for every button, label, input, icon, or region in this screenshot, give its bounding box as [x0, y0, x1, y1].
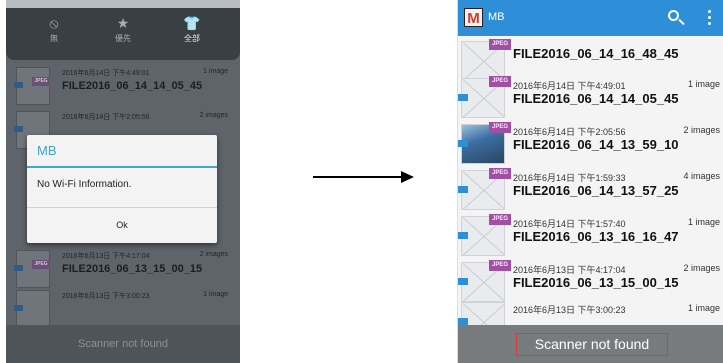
item-date: 2016年6月13日 下午4:17:04 — [62, 253, 150, 260]
dialog-message: No Wi-Fi Information. — [37, 179, 132, 190]
tab-marker — [14, 126, 23, 132]
transition-arrow — [313, 176, 401, 178]
item-count: 2 images — [199, 112, 228, 119]
tab-marker — [458, 186, 468, 193]
list-item[interactable]: JPEG 2016年6月14日 下午4:49:01 1 image FILE20… — [6, 64, 240, 108]
item-date: 2016年6月13日 下午3:00:23 — [62, 293, 150, 300]
item-name: FILE2016_06_14_13_57_25 — [513, 183, 679, 198]
no-sign-icon: ⦸ — [49, 15, 59, 31]
scanner-status-label: Scanner not found — [516, 333, 668, 356]
filter-priority[interactable]: ★ 優先 — [93, 14, 153, 46]
filter-all[interactable]: 👕 全部 — [162, 14, 222, 46]
tab-marker — [458, 278, 468, 285]
item-name: FILE2016_06_13_15_00_15 — [62, 263, 203, 275]
jpeg-badge: JPEG — [489, 168, 511, 179]
filter-none[interactable]: ⦸ 無 — [24, 14, 84, 46]
item-name: FILE2016_06_13_15_00_15 — [513, 275, 679, 290]
filter-priority-label: 優先 — [115, 34, 131, 43]
star-icon: ★ — [116, 15, 130, 31]
arrow-head-icon — [401, 171, 414, 183]
item-count: 1 image — [687, 79, 720, 89]
list-item[interactable]: JPEG 2016年6月14日 下午4:49:01 1 image FILE20… — [458, 73, 723, 119]
jpeg-badge: JPEG — [489, 260, 511, 271]
scanner-status-bar: Scanner not found — [6, 325, 240, 363]
item-date: 2016年6月14日 下午2:05:56 — [62, 114, 150, 121]
list-item[interactable]: JPEG 2016年6月14日 下午2:05:56 2 images FILE2… — [458, 119, 723, 165]
item-count: 2 images — [683, 263, 720, 273]
jpeg-badge: JPEG — [489, 214, 511, 225]
tab-marker — [458, 232, 468, 239]
action-bar: M MB — [458, 0, 723, 36]
item-name: FILE2016_06_14_14_05_45 — [62, 80, 203, 92]
list-item[interactable]: JPEG 2016年6月14日 下午1:57:40 1 image FILE20… — [458, 211, 723, 257]
ok-button[interactable]: Ok — [27, 208, 217, 243]
item-count: 4 images — [683, 171, 720, 181]
tab-marker — [458, 140, 468, 147]
jpeg-badge: JPEG — [32, 77, 50, 86]
tab-marker — [458, 94, 468, 101]
before-screen: ⦸ 無 ★ 優先 👕 全部 JPEG 2016年6月14日 下午4:49:01 … — [6, 0, 240, 363]
dialog-divider — [27, 166, 217, 168]
status-strip — [6, 0, 240, 8]
jpeg-badge: JPEG — [489, 122, 511, 133]
search-icon[interactable] — [666, 8, 686, 28]
jpeg-badge: JPEG — [32, 260, 50, 269]
filter-none-label: 無 — [50, 34, 58, 43]
wifi-dialog: MB No Wi-Fi Information. Ok — [27, 135, 217, 243]
item-date: 2016年6月13日 下午3:00:23 — [513, 305, 626, 315]
item-count: 1 image — [203, 68, 228, 75]
overflow-menu-icon[interactable] — [706, 10, 712, 28]
item-count: 1 image — [687, 217, 720, 227]
item-name: FILE2016_06_14_13_59_10 — [513, 137, 679, 152]
item-count: 1 image — [203, 291, 228, 298]
item-date: 2016年6月14日 下午4:49:01 — [62, 70, 150, 77]
item-count: 1 image — [687, 303, 720, 313]
app-title: MB — [488, 11, 505, 23]
after-screen: M MB JPEG FILE2016_06_14_16_48_45 JPEG 2… — [457, 0, 723, 363]
filter-bar: ⦸ 無 ★ 優先 👕 全部 — [6, 8, 240, 60]
item-name: FILE2016_06_13_16_16_47 — [513, 229, 679, 244]
scanner-status-bar: Scanner not found — [458, 325, 723, 363]
tab-marker — [14, 82, 23, 88]
dialog-title: MB — [37, 143, 57, 158]
jpeg-badge: JPEG — [489, 39, 511, 50]
item-count: 2 images — [683, 125, 720, 135]
item-name: FILE2016_06_14_16_48_45 — [513, 46, 679, 61]
tshirt-icon: 👕 — [183, 15, 201, 31]
app-logo: M — [464, 8, 483, 27]
list-item[interactable]: JPEG 2016年6月13日 下午4:17:04 2 images FILE2… — [6, 247, 240, 291]
tab-marker — [458, 318, 468, 325]
tab-marker — [14, 305, 23, 311]
item-name: FILE2016_06_14_14_05_45 — [513, 91, 679, 106]
filter-all-label: 全部 — [184, 34, 200, 43]
item-count: 2 images — [199, 251, 228, 258]
list-item[interactable]: JPEG 2016年6月14日 下午1:59:33 4 images FILE2… — [458, 165, 723, 211]
jpeg-badge: JPEG — [489, 76, 511, 87]
tab-marker — [14, 265, 23, 271]
